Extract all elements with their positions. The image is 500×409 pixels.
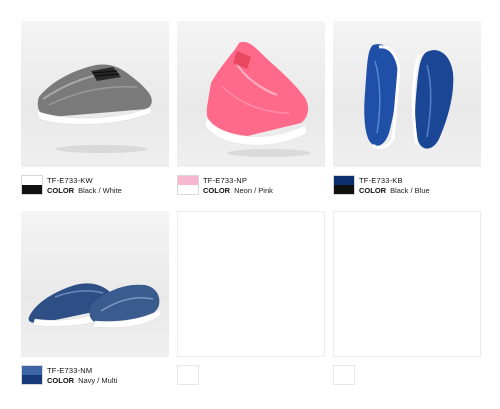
sneaker-icon [364,44,454,149]
empty-swatch [177,365,199,385]
empty-image [333,211,481,357]
swatch-bottom [22,375,42,384]
color-swatch-nm[interactable] [21,365,43,385]
color-swatch-kw[interactable] [21,175,43,195]
color-swatch-np[interactable] [177,175,199,195]
swatch-top [334,176,354,185]
empty-swatch [333,365,355,385]
sneaker-icon [36,64,152,153]
color-value: Navy / Multi [78,376,118,385]
swatch-bottom [178,185,198,194]
product-code: TF-E733-KB [359,176,403,185]
product-color: COLOR Neon / Pink [203,186,273,195]
color-label: COLOR [359,186,387,195]
empty-image [177,211,325,357]
product-image-kb[interactable] [333,21,481,167]
product-code: TF-E733-NM [47,366,93,375]
swatch-top [178,176,198,185]
color-label: COLOR [203,186,231,195]
product-image-nm[interactable] [21,211,169,357]
swatch-top [22,176,42,185]
product-code: TF-E733-KW [47,176,93,185]
swatch-bottom [334,185,354,194]
swatch-top [22,366,42,375]
color-value: Black / White [78,186,122,195]
product-image-np[interactable] [177,21,325,167]
swatch-bottom [22,185,42,194]
product-color: COLOR Black / White [47,186,122,195]
sneaker-icon [28,283,162,328]
product-image-kw[interactable] [21,21,169,167]
product-code: TF-E733-NP [203,176,248,185]
color-label: COLOR [47,186,75,195]
sneaker-icon [204,41,311,157]
color-value: Black / Blue [390,186,430,195]
color-swatch-kb[interactable] [333,175,355,195]
product-color: COLOR Navy / Multi [47,376,117,385]
color-label: COLOR [47,376,75,385]
product-color: COLOR Black / Blue [359,186,430,195]
color-value: Neon / Pink [234,186,273,195]
